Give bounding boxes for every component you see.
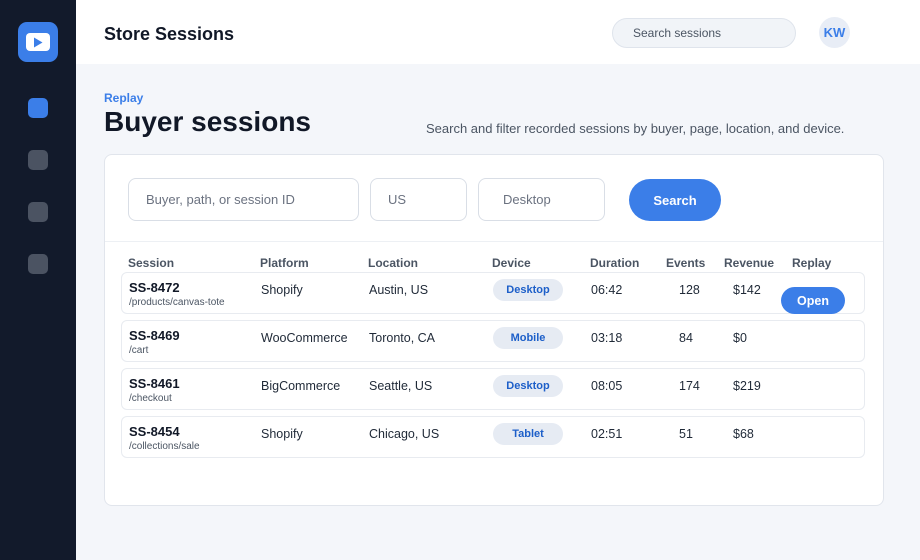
query-filter-input[interactable]: [128, 178, 359, 221]
duration-cell: 03:18: [591, 331, 623, 345]
platform-cell: WooCommerce: [261, 331, 348, 345]
session-id: SS-8469: [129, 328, 180, 343]
location-filter-input[interactable]: [370, 178, 467, 221]
table-row[interactable]: SS-8472 /products/canvas-tote Shopify Au…: [121, 272, 865, 314]
device-badge: Mobile: [493, 327, 563, 349]
location-cell: Seattle, US: [369, 379, 433, 393]
column-header-replay: Replay: [792, 256, 832, 270]
app-title: Store Sessions: [104, 24, 235, 44]
play-icon: [26, 33, 50, 51]
session-path: /cart: [129, 345, 149, 356]
user-avatar[interactable]: KW: [819, 17, 850, 48]
platform-cell: BigCommerce: [261, 379, 341, 393]
session-id: SS-8461: [129, 376, 180, 391]
column-header-device[interactable]: Device: [492, 256, 531, 270]
sessions-card: Search Session Platform Location Device …: [104, 154, 884, 506]
events-cell: 84: [679, 331, 693, 345]
table-row[interactable]: SS-8454 /collections/sale Shopify Chicag…: [121, 416, 865, 458]
revenue-cell: $0: [733, 331, 747, 345]
session-id: SS-8454: [129, 424, 180, 439]
session-path: /products/canvas-tote: [129, 297, 225, 308]
location-cell: Toronto, CA: [369, 331, 436, 345]
location-cell: Chicago, US: [369, 427, 440, 441]
column-header-duration[interactable]: Duration: [590, 256, 639, 270]
sidebar-item-sessions[interactable]: [28, 98, 48, 118]
search-button[interactable]: Search: [629, 179, 721, 221]
duration-cell: 08:05: [591, 379, 623, 393]
location-cell: Austin, US: [369, 283, 429, 297]
device-badge: Tablet: [493, 423, 563, 445]
open-replay-button[interactable]: Open: [781, 287, 845, 314]
revenue-cell: $219: [733, 379, 761, 393]
sidebar-item-2[interactable]: [28, 150, 48, 170]
sidebar: [0, 0, 76, 560]
column-header-session[interactable]: Session: [128, 256, 174, 270]
device-filter-input[interactable]: [478, 178, 605, 221]
sidebar-item-3[interactable]: [28, 202, 48, 222]
page-title: Buyer sessions: [104, 106, 311, 137]
duration-cell: 06:42: [591, 283, 623, 297]
revenue-cell: $142: [733, 283, 761, 297]
revenue-cell: $68: [733, 427, 754, 441]
page-description: Search and filter recorded sessions by b…: [426, 121, 845, 136]
column-header-platform[interactable]: Platform: [260, 256, 309, 270]
divider: [105, 241, 883, 242]
device-badge: Desktop: [493, 375, 563, 397]
table-row[interactable]: SS-8469 /cart WooCommerce Toronto, CA Mo…: [121, 320, 865, 362]
events-cell: 128: [679, 283, 700, 297]
column-header-revenue[interactable]: Revenue: [724, 256, 774, 270]
platform-cell: Shopify: [261, 427, 303, 441]
events-cell: 174: [679, 379, 700, 393]
duration-cell: 02:51: [591, 427, 623, 441]
platform-cell: Shopify: [261, 283, 303, 297]
column-header-location[interactable]: Location: [368, 256, 418, 270]
session-path: /checkout: [129, 393, 172, 404]
top-header: Store Sessions KW: [76, 0, 920, 64]
events-cell: 51: [679, 427, 693, 441]
session-path: /collections/sale: [129, 441, 200, 452]
page-eyebrow: Replay: [104, 91, 144, 105]
device-badge: Desktop: [493, 279, 563, 301]
table-row[interactable]: SS-8461 /checkout BigCommerce Seattle, U…: [121, 368, 865, 410]
sidebar-item-4[interactable]: [28, 254, 48, 274]
session-search-input[interactable]: [612, 18, 796, 48]
session-id: SS-8472: [129, 280, 180, 295]
app-logo[interactable]: [18, 22, 58, 62]
column-header-events[interactable]: Events: [666, 256, 705, 270]
